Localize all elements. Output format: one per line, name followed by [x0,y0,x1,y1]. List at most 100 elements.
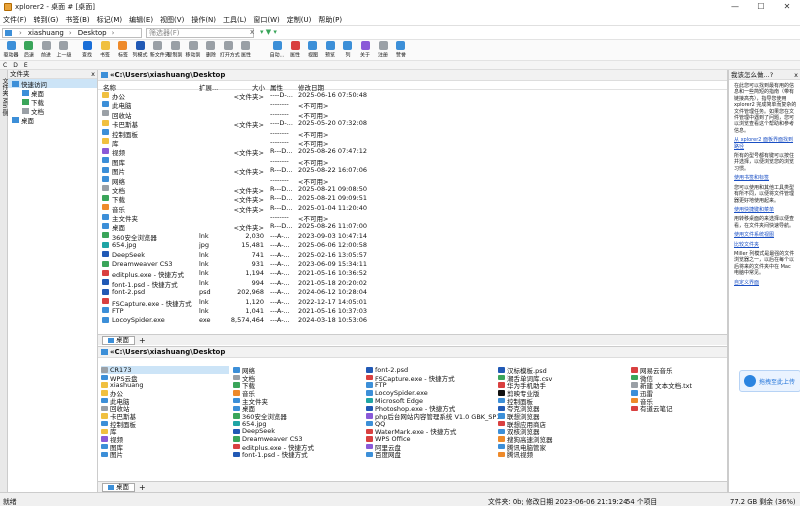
toolbar-button[interactable]: 注册 [374,41,392,59]
tree-item[interactable]: 下载 [8,97,97,107]
breadcrumb-user[interactable]: xiashuang [28,29,64,37]
menu-item[interactable]: 定制(U) [287,15,312,25]
toolbar-button[interactable]: 标签 [114,41,132,59]
minimize-button[interactable]: — [722,0,748,14]
breadcrumb-folder[interactable]: Desktop [78,29,107,37]
table-row[interactable]: 办公 <文件夹> ----D-... 2025-06-16 07:50:48 [98,90,727,101]
menu-item[interactable]: 文件(F) [3,15,27,25]
table-row[interactable]: font-1.psd - 快捷方式 lnk 994 ---A-... 2021-05-1… [98,278,727,289]
table-row[interactable]: 库 -------- <不可用> [98,137,727,148]
filter-options-icon[interactable]: ▾ ▼ ▾ [260,28,277,36]
close-icon[interactable]: x [794,70,798,80]
list-item[interactable]: php后台网站内容管理系统 V1.0 GBK_SP1 [366,412,500,421]
tab-desktop[interactable]: 桌面 [102,335,135,345]
cell-attr: ---A-... [270,316,290,325]
table-row[interactable]: Dreamweaver CS3 lnk 931 ---A-... 2023-06-09 … [98,259,727,268]
toolbar-button[interactable]: 属性 [286,41,304,59]
toolbar-button[interactable]: 赞誉 [392,41,410,59]
table-row[interactable]: FSCapture.exe - 快捷方式 lnk 1,120 ---A-... 2022… [98,297,727,308]
help-link[interactable]: 自定义界面 [734,280,759,286]
table-row[interactable]: 视频 <文件夹> R---D... 2025-08-26 07:47:12 [98,146,727,157]
list-item[interactable]: WaterMark.exe - 快捷方式 [366,428,500,436]
table-row[interactable]: 音乐 <文件夹> R---D... 2025-01-04 11:20:40 [98,203,727,214]
list-item[interactable]: 图片 [101,451,229,459]
toolbar-button[interactable]: 打开方式 [219,41,240,59]
filter-input[interactable]: 筛选器(F) [146,28,254,38]
drive-button[interactable]: E [24,62,28,69]
toolbar-button[interactable]: 视图 [304,41,322,59]
new-tab-button[interactable]: + [139,483,146,492]
table-row[interactable]: 桌面 <文件夹> R---D... 2025-08-26 11:07:00 [98,221,727,232]
table-row[interactable]: 主文件夹 -------- <不可用> [98,212,727,223]
table-row[interactable]: 网络 -------- <不可用> [98,175,727,186]
menu-item[interactable]: 转到(G) [34,15,59,25]
toolbar-button[interactable]: 查找 [78,41,96,59]
toolbar-button[interactable]: 预览 [321,41,339,59]
toolbar-button[interactable]: 关于 [356,41,374,59]
table-row[interactable]: LocoySpider.exe exe 8,574,464 ---A-... 2024-… [98,315,727,324]
table-row[interactable]: 回收站 -------- <不可用> [98,109,727,120]
tree-item[interactable]: 快速访问 [8,79,97,89]
table-row[interactable]: DeepSeek lnk 741 ---A-... 2025-02-16 13:05:5… [98,250,727,259]
toolbar-button[interactable]: 属性 [237,41,255,59]
table-row[interactable]: 此电脑 -------- <不可用> [98,99,727,110]
toolbar-button[interactable]: 上一级 [55,41,73,59]
table-row[interactable]: 360安全浏览器 lnk 2,030 ---A-... 2023-09-03 10:47… [98,231,727,242]
table-row[interactable]: 图片 <文件夹> R---D... 2025-08-22 16:07:06 [98,165,727,176]
help-link[interactable]: 比较文件夹 [734,242,759,248]
list-item[interactable]: 360安全浏览器 [233,412,314,421]
toolbar-button[interactable]: 新文件夹 [149,41,170,59]
toolbar-button[interactable]: 删除 [202,41,220,59]
close-icon[interactable]: x [91,70,95,79]
drive-button[interactable]: C [3,62,7,69]
table-row[interactable]: 控制面板 -------- <不可用> [98,128,727,139]
table-row[interactable]: 图库 -------- <不可用> [98,156,727,167]
toolbar-button[interactable]: 前进 [37,41,55,59]
toolbar-button[interactable]: 驱动器 [2,41,20,59]
tree-item[interactable]: 桌面 [8,115,97,125]
new-tab-button[interactable]: + [139,336,146,345]
filter-clear-icon[interactable]: x [250,28,254,36]
list-item[interactable]: font-1.psd - 快捷方式 [233,451,314,459]
list-item[interactable]: 控制面板 [101,420,229,429]
cloud-upload-button[interactable]: 拖拽至此上传 [739,370,800,392]
list-item[interactable]: DeepSeek [233,427,314,435]
maximize-button[interactable]: ☐ [748,0,774,14]
toolbar-button[interactable]: 后退 [20,41,38,59]
help-link[interactable]: 使用书签和标签 [734,175,769,181]
address-input[interactable]: › xiashuang › Desktop › [2,28,142,38]
menu-item[interactable]: 帮助(P) [318,15,342,25]
table-row[interactable]: editplus.exe - 快捷方式 lnk 1,194 ---A-... 2021-… [98,268,727,279]
tree-item[interactable]: 桌面 [8,88,97,98]
menu-item[interactable]: 视图(V) [160,15,184,25]
table-row[interactable]: 654.jpg jpg 15,481 ---A-... 2025-06-06 12:00… [98,240,727,249]
menu-item[interactable]: 工具(L) [223,15,246,25]
list-item[interactable]: 有道云笔记 [631,404,692,413]
toolbar-button[interactable]: 移动到 [184,41,202,59]
menu-item[interactable]: 操作(N) [191,15,216,25]
help-link[interactable]: 使用文件系统视图 [734,232,774,238]
table-row[interactable]: 卡巴斯基 <文件夹> ----D-... 2025-05-20 07:32:08 [98,118,727,129]
table-row[interactable]: 下载 <文件夹> R---D... 2025-08-21 09:09:51 [98,193,727,204]
menu-item[interactable]: 标记(M) [97,15,123,25]
list-item[interactable]: LocoySpider.exe [366,389,500,397]
menu-item[interactable]: 窗口(W) [253,15,279,25]
menu-item[interactable]: 编辑(E) [129,15,153,25]
table-row[interactable]: 文档 <文件夹> R---D... 2025-08-21 09:08:50 [98,184,727,195]
help-link[interactable]: 使用快捷键和菜单 [734,207,774,213]
tab-desktop[interactable]: 桌面 [102,482,135,492]
menu-item[interactable]: 书签(B) [65,15,89,25]
toolbar-button[interactable]: 自动... [268,41,286,59]
table-row[interactable]: font-2.psd psd 202,968 ---A-... 2024-06-12 1… [98,287,727,296]
help-link[interactable]: 从 xplorer2 面板界面找到路径 [734,137,793,149]
list-item[interactable]: 百度网盘 [366,451,500,459]
toolbar-button[interactable]: 列 [339,41,357,59]
list-item[interactable]: WPS云盘 [101,374,229,383]
toolbar-button[interactable]: 列模式 [131,41,149,59]
list-item[interactable]: FSCapture.exe - 快捷方式 [366,374,500,383]
toolbar-button[interactable]: 复制到 [166,41,184,59]
toolbar-button[interactable]: 书签 [96,41,114,59]
close-button[interactable]: ✕ [774,0,800,14]
drive-button[interactable]: D [13,62,18,69]
table-row[interactable]: FTP lnk 1,041 ---A-... 2021-05-16 10:37:03 [98,306,727,315]
